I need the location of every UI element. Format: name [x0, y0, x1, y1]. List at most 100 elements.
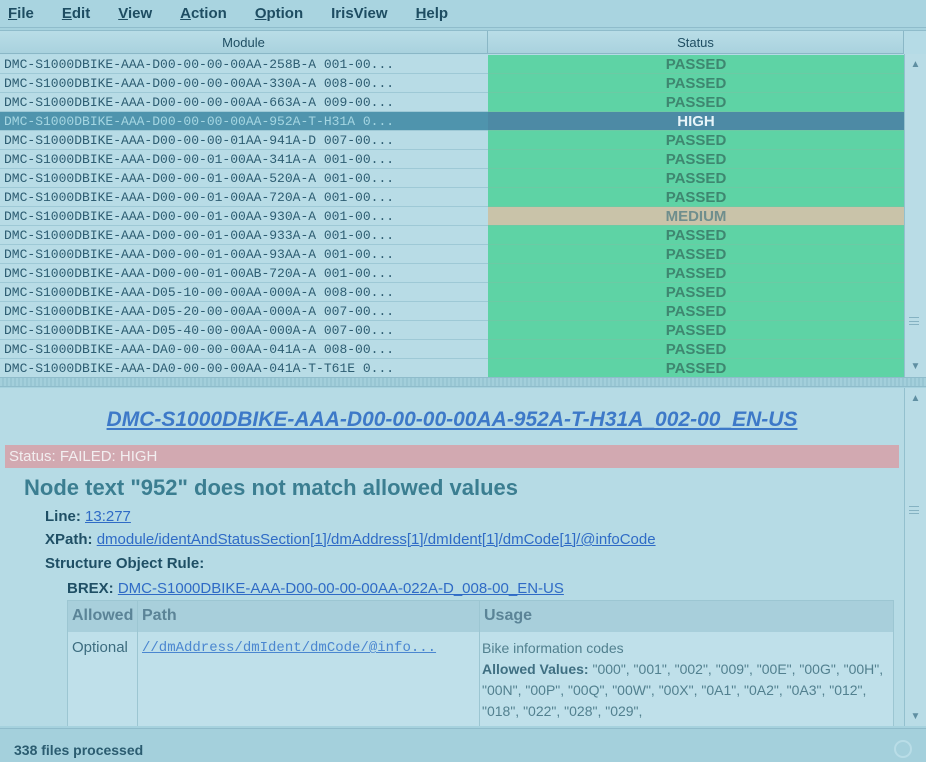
- brex-label: BREX:: [67, 580, 114, 597]
- module-cell[interactable]: DMC-S1000DBIKE-AAA-D00-00-01-00AA-520A-A…: [0, 169, 488, 188]
- module-cell[interactable]: DMC-S1000DBIKE-AAA-D00-00-00-01AA-941A-D…: [0, 131, 488, 150]
- line-label: Line:: [45, 508, 81, 525]
- table-row[interactable]: DMC-S1000DBIKE-AAA-D00-00-01-00AA-720A-A…: [0, 188, 904, 207]
- menu-mnemonic: V: [118, 5, 128, 22]
- module-cell[interactable]: DMC-S1000DBIKE-AAA-D05-10-00-00AA-000A-A…: [0, 283, 488, 302]
- status-banner: Status: FAILED: HIGH: [5, 445, 899, 468]
- status-cell[interactable]: PASSED: [488, 359, 904, 377]
- rule-table: Allowed Path Usage Optional //dmAddress/…: [67, 600, 894, 726]
- status-cell[interactable]: HIGH: [488, 112, 904, 131]
- table-row[interactable]: DMC-S1000DBIKE-AAA-D00-00-01-00AA-341A-A…: [0, 150, 904, 169]
- module-cell[interactable]: DMC-S1000DBIKE-AAA-D00-00-00-00AA-258B-A…: [0, 55, 488, 74]
- status-cell[interactable]: PASSED: [488, 188, 904, 207]
- scroll-down-icon[interactable]: ▼: [905, 358, 926, 374]
- status-cell[interactable]: PASSED: [488, 302, 904, 321]
- module-cell[interactable]: DMC-S1000DBIKE-AAA-DA0-00-00-00AA-041A-T…: [0, 359, 488, 377]
- module-cell[interactable]: DMC-S1000DBIKE-AAA-D00-00-01-00AA-93AA-A…: [0, 245, 488, 264]
- table-row[interactable]: DMC-S1000DBIKE-AAA-D00-00-00-00AA-330A-A…: [0, 74, 904, 93]
- table-row[interactable]: DMC-S1000DBIKE-AAA-D00-00-00-01AA-941A-D…: [0, 131, 904, 150]
- table-row[interactable]: DMC-S1000DBIKE-AAA-D05-40-00-00AA-000A-A…: [0, 321, 904, 340]
- detail-pane: DMC-S1000DBIKE-AAA-D00-00-00-00AA-952A-T…: [0, 388, 904, 726]
- column-header-status[interactable]: Status: [488, 31, 904, 54]
- table-row[interactable]: DMC-S1000DBIKE-AAA-DA0-00-00-00AA-041A-T…: [0, 359, 904, 377]
- module-cell[interactable]: DMC-S1000DBIKE-AAA-D00-00-00-00AA-952A-T…: [0, 112, 488, 131]
- table-row[interactable]: DMC-S1000DBIKE-AAA-DA0-00-00-00AA-041A-A…: [0, 340, 904, 359]
- spinner-icon: [894, 740, 912, 758]
- module-cell[interactable]: DMC-S1000DBIKE-AAA-D05-20-00-00AA-000A-A…: [0, 302, 488, 321]
- status-cell[interactable]: PASSED: [488, 55, 904, 74]
- module-cell[interactable]: DMC-S1000DBIKE-AAA-D00-00-00-00AA-663A-A…: [0, 93, 488, 112]
- menu-help[interactable]: Help: [408, 5, 457, 22]
- status-cell[interactable]: PASSED: [488, 283, 904, 302]
- menu-edit[interactable]: Edit: [54, 5, 98, 22]
- xpath-link[interactable]: dmodule/identAndStatusSection[1]/dmAddre…: [97, 531, 656, 548]
- rule-usage-text: Bike information codes: [482, 640, 624, 656]
- menu-mnemonic: O: [254, 5, 267, 22]
- rule-allowed-cell: Optional: [68, 632, 138, 726]
- status-cell[interactable]: PASSED: [488, 245, 904, 264]
- table-row[interactable]: DMC-S1000DBIKE-AAA-D00-00-00-00AA-258B-A…: [0, 55, 904, 74]
- table-row[interactable]: DMC-S1000DBIKE-AAA-D00-00-01-00AA-930A-A…: [0, 207, 904, 226]
- module-cell[interactable]: DMC-S1000DBIKE-AAA-D05-40-00-00AA-000A-A…: [0, 321, 488, 340]
- menu-mnemonic: A: [180, 5, 191, 22]
- module-cell[interactable]: DMC-S1000DBIKE-AAA-D00-00-01-00AA-933A-A…: [0, 226, 488, 245]
- status-cell[interactable]: PASSED: [488, 74, 904, 93]
- status-cell[interactable]: PASSED: [488, 131, 904, 150]
- scroll-thumb-grip-icon[interactable]: [909, 506, 919, 514]
- table-row[interactable]: DMC-S1000DBIKE-AAA-D05-20-00-00AA-000A-A…: [0, 302, 904, 321]
- module-cell[interactable]: DMC-S1000DBIKE-AAA-D00-00-01-00AB-720A-A…: [0, 264, 488, 283]
- status-cell[interactable]: PASSED: [488, 264, 904, 283]
- table-header: Module Status: [0, 31, 904, 54]
- status-cell[interactable]: PASSED: [488, 226, 904, 245]
- menu-label: ption: [266, 5, 304, 22]
- table-scrollbar[interactable]: ▲ ▼: [904, 54, 926, 377]
- menu-option[interactable]: Option: [247, 5, 311, 22]
- status-cell[interactable]: MEDIUM: [488, 207, 904, 226]
- menu-action[interactable]: Action: [172, 5, 235, 22]
- table-row[interactable]: DMC-S1000DBIKE-AAA-D05-10-00-00AA-000A-A…: [0, 283, 904, 302]
- module-cell[interactable]: DMC-S1000DBIKE-AAA-D00-00-00-00AA-330A-A…: [0, 74, 488, 93]
- scroll-down-icon[interactable]: ▼: [905, 708, 926, 724]
- module-cell[interactable]: DMC-S1000DBIKE-AAA-D00-00-01-00AA-341A-A…: [0, 150, 488, 169]
- menu-view[interactable]: View: [110, 5, 160, 22]
- rule-header-allowed: Allowed: [68, 601, 138, 632]
- rule-path-link[interactable]: //dmAddress/dmIdent/dmCode/@info...: [138, 632, 480, 726]
- table-row[interactable]: DMC-S1000DBIKE-AAA-D00-00-01-00AA-933A-A…: [0, 226, 904, 245]
- status-cell[interactable]: PASSED: [488, 150, 904, 169]
- table-row[interactable]: DMC-S1000DBIKE-AAA-D00-00-01-00AA-93AA-A…: [0, 245, 904, 264]
- scroll-up-icon[interactable]: ▲: [905, 56, 926, 72]
- status-cell[interactable]: PASSED: [488, 321, 904, 340]
- data-module-title-link[interactable]: DMC-S1000DBIKE-AAA-D00-00-00-00AA-952A-T…: [0, 408, 904, 432]
- module-cell[interactable]: DMC-S1000DBIKE-AAA-D00-00-01-00AA-720A-A…: [0, 188, 488, 207]
- status-cell[interactable]: PASSED: [488, 169, 904, 188]
- menu-mnemonic: F: [8, 5, 18, 22]
- module-cell[interactable]: DMC-S1000DBIKE-AAA-DA0-00-00-00AA-041A-A…: [0, 340, 488, 359]
- table-row[interactable]: DMC-S1000DBIKE-AAA-D00-00-00-00AA-952A-T…: [0, 112, 904, 131]
- xpath-label: XPath:: [45, 531, 93, 548]
- menu-label: ction: [190, 5, 227, 22]
- table-row[interactable]: DMC-S1000DBIKE-AAA-D00-00-01-00AB-720A-A…: [0, 264, 904, 283]
- menu-mnemonic: E: [61, 5, 72, 22]
- allowed-values-label: Allowed Values:: [482, 661, 589, 677]
- menu-label: dit: [71, 5, 91, 22]
- column-header-module[interactable]: Module: [0, 31, 488, 54]
- module-cell[interactable]: DMC-S1000DBIKE-AAA-D00-00-01-00AA-930A-A…: [0, 207, 488, 226]
- scroll-up-icon[interactable]: ▲: [905, 390, 926, 406]
- status-cell[interactable]: PASSED: [488, 340, 904, 359]
- detail-scrollbar[interactable]: ▲ ▼: [904, 388, 926, 726]
- brex-info: BREX: DMC-S1000DBIKE-AAA-D00-00-00-00AA-…: [67, 580, 564, 597]
- status-cell[interactable]: PASSED: [488, 93, 904, 112]
- line-info: Line: 13:277: [45, 508, 131, 525]
- pane-splitter[interactable]: [0, 377, 926, 387]
- scroll-thumb-grip-icon[interactable]: [909, 317, 919, 325]
- menu-file[interactable]: File: [0, 5, 42, 22]
- menu-irisview[interactable]: IrisView: [323, 5, 395, 22]
- menu-label: ile: [17, 5, 34, 22]
- rule-table-header: Allowed Path Usage: [68, 601, 893, 632]
- table-row[interactable]: DMC-S1000DBIKE-AAA-D00-00-01-00AA-520A-A…: [0, 169, 904, 188]
- brex-link[interactable]: DMC-S1000DBIKE-AAA-D00-00-00-00AA-022A-D…: [118, 580, 564, 597]
- line-link[interactable]: 13:277: [85, 508, 131, 525]
- rule-header-path: Path: [138, 601, 480, 632]
- rule-header-usage: Usage: [484, 607, 533, 624]
- table-row[interactable]: DMC-S1000DBIKE-AAA-D00-00-00-00AA-663A-A…: [0, 93, 904, 112]
